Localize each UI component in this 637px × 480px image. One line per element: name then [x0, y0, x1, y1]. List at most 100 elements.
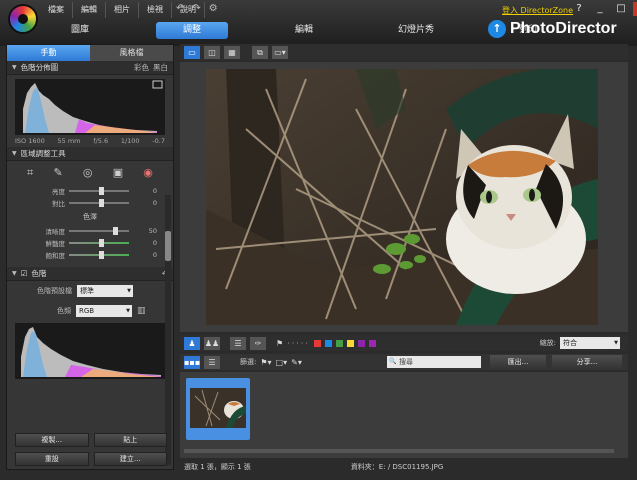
tab-manual[interactable]: 手動	[7, 45, 90, 61]
tab-edit[interactable]: 編輯	[268, 22, 340, 39]
slider-thumb[interactable]	[99, 251, 104, 259]
histogram-color-option[interactable]: 彩色	[134, 62, 149, 73]
hue-title: 色澤	[83, 213, 97, 221]
menu-view[interactable]: 檢視	[139, 2, 172, 18]
slider-thumb[interactable]	[99, 187, 104, 195]
single-view-icon[interactable]: ▭	[184, 45, 200, 59]
upload-arrow-icon: ↑	[488, 20, 506, 38]
undo-icon[interactable]: ↶	[176, 3, 184, 14]
histogram-title: 色階分佈圖	[20, 63, 59, 72]
color-label-green[interactable]	[335, 339, 343, 347]
second-monitor-icon[interactable]: ⧉	[252, 45, 268, 59]
slider-label: 飽和度	[45, 252, 66, 260]
reset-button[interactable]: 重設	[15, 452, 89, 466]
grid-view-icon[interactable]: ▦	[224, 45, 240, 59]
color-filter-icon[interactable]: □▾	[276, 358, 288, 367]
photo-thumbnail[interactable]	[186, 378, 250, 440]
directorzone-login-link[interactable]: 登入 DirectorZone	[502, 5, 573, 16]
tab-adjust[interactable]: 調整	[156, 22, 228, 39]
levels-histogram-graph	[21, 327, 161, 377]
color-label-purple[interactable]	[357, 339, 365, 347]
exif-focal: 55 mm	[57, 137, 81, 145]
channel-dropdown[interactable]: RGB	[76, 305, 132, 317]
export-button[interactable]: 匯出...	[490, 355, 546, 369]
levels-enable-checkbox[interactable]: ☑	[21, 269, 28, 278]
slider-thumb[interactable]	[113, 227, 118, 235]
close-button[interactable]: ✕	[633, 2, 637, 16]
regional-tools-row: ⌗ ✎ ◎ ▣ ◉	[7, 161, 173, 185]
search-input[interactable]: 搜尋	[387, 356, 481, 368]
undo-redo-group: ↶ ↷ ⚙	[176, 3, 218, 14]
levels-preset-dropdown[interactable]: 標準	[77, 285, 133, 297]
slider-track[interactable]	[69, 239, 129, 247]
title-bar: 檔案 編輯 相片 檢視 說明 ↶ ↷ ⚙ 登入 DirectorZone ? _…	[0, 0, 637, 46]
color-label-red[interactable]	[313, 339, 321, 347]
photo-viewer	[180, 62, 628, 332]
slider-track[interactable]	[69, 199, 129, 207]
list-view-icon[interactable]: ☰	[204, 355, 220, 369]
thumbnail-view-icon[interactable]: ▪▪▪	[184, 355, 200, 369]
slider-label: 亮度	[52, 188, 65, 196]
slider-track[interactable]	[69, 251, 129, 259]
brush-icon[interactable]: ✎	[53, 166, 62, 180]
levels-preset-label: 色階預設檔	[37, 287, 72, 295]
brush-filter-icon[interactable]: ✎▾	[291, 358, 302, 367]
levels-histogram-icon[interactable]: ▥	[137, 306, 146, 316]
menu-photo[interactable]: 相片	[106, 2, 139, 18]
flag-filter-icon[interactable]: ⚑▾	[260, 358, 271, 367]
gradient-mask-icon[interactable]: ▣	[113, 166, 123, 180]
brand: ↑ PhotoDirector	[488, 20, 617, 38]
histogram-header[interactable]: ▼ 色階分佈圖 彩色 黑白	[7, 61, 173, 75]
gear-icon[interactable]: ⚙	[209, 3, 218, 14]
slider-vibrance: 鮮豔度 0	[7, 237, 173, 249]
share-button[interactable]: 分享...	[552, 355, 622, 369]
color-label-blue[interactable]	[324, 339, 332, 347]
scrollbar-thumb[interactable]	[165, 231, 171, 261]
menu-edit[interactable]: 編輯	[73, 2, 106, 18]
radial-filter-icon[interactable]: ◎	[83, 166, 93, 180]
slider-thumb[interactable]	[99, 239, 104, 247]
color-label-violet[interactable]	[368, 339, 376, 347]
regional-tools-header[interactable]: ▼ 區域調整工具	[7, 147, 173, 161]
display-icon[interactable]: ▭▾	[272, 45, 288, 59]
zoom-label: 縮放:	[539, 339, 556, 347]
app-logo[interactable]	[8, 4, 38, 34]
compare-view-icon[interactable]: ◫	[204, 45, 220, 59]
levels-header[interactable]: ▼ ☑ 色階 ↶	[7, 267, 173, 281]
zoom-dropdown[interactable]: 符合	[560, 337, 620, 349]
list-flag-icon[interactable]: ☰	[230, 336, 246, 350]
copy-button[interactable]: 複製...	[15, 433, 89, 447]
person-icon[interactable]: ♟	[184, 336, 200, 350]
eyedropper-icon[interactable]: ✑	[250, 336, 266, 350]
menu-file[interactable]: 檔案	[40, 2, 73, 18]
slider-track[interactable]	[69, 227, 129, 235]
regional-tools-title: 區域調整工具	[20, 149, 66, 158]
thumbnail-graphic	[190, 388, 246, 428]
main-photo[interactable]	[206, 69, 598, 325]
tab-library[interactable]: 圖庫	[44, 22, 116, 39]
create-button[interactable]: 建立...	[93, 452, 167, 466]
star-rating[interactable]: ·····	[287, 339, 310, 348]
crop-icon[interactable]: ⌗	[27, 166, 33, 180]
color-label-yellow[interactable]	[346, 339, 354, 347]
tab-presets[interactable]: 風格檔	[90, 45, 173, 61]
minimize-button[interactable]: _	[591, 2, 609, 16]
tab-slideshow[interactable]: 幻燈片秀	[380, 22, 452, 39]
filmstrip-scrollbar[interactable]	[184, 449, 614, 453]
slider-thumb[interactable]	[99, 199, 104, 207]
slider-track[interactable]	[69, 187, 129, 195]
histogram-bw-option[interactable]: 黑白	[153, 62, 168, 73]
slider-value: 0	[152, 199, 157, 207]
people-icon[interactable]: ♟♟	[204, 336, 220, 350]
paste-button[interactable]: 貼上	[93, 433, 167, 447]
red-eye-icon[interactable]: ◉	[143, 166, 153, 180]
levels-title: 色階	[31, 269, 47, 278]
selection-status: 選取 1 張，顯示 1 張	[184, 463, 251, 471]
panel-scrollbar[interactable]	[165, 195, 171, 465]
rating-flag-icon[interactable]: ⚑	[276, 339, 283, 348]
redo-icon[interactable]: ↷	[192, 3, 200, 14]
maximize-button[interactable]: □	[612, 2, 630, 16]
help-button[interactable]: ?	[570, 2, 588, 16]
slider-label: 鮮豔度	[45, 240, 66, 248]
slider-value: 50	[148, 227, 157, 235]
